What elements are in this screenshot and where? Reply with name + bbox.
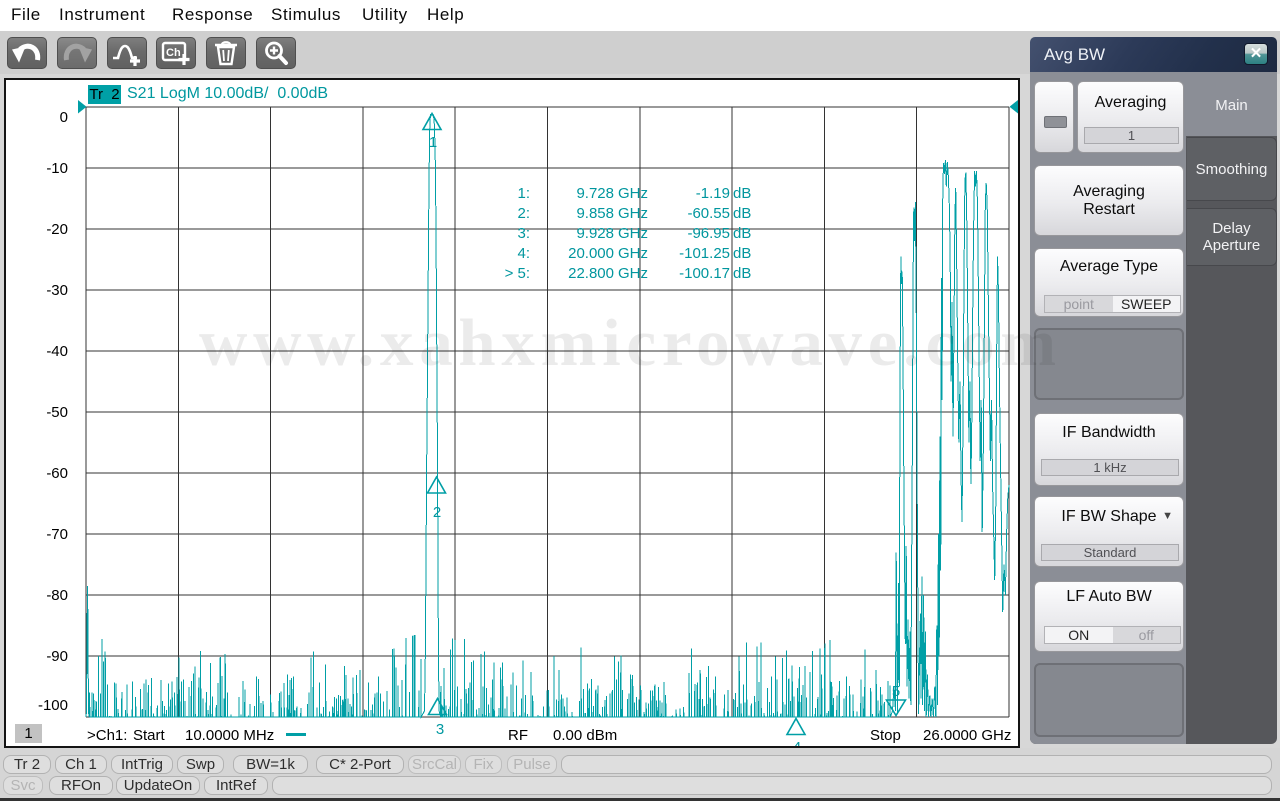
svg-text:4: 4	[793, 739, 801, 756]
svg-text:3: 3	[436, 721, 444, 738]
svg-text:1: 1	[429, 134, 437, 151]
svg-text:2: 2	[433, 504, 441, 521]
svg-text:5: 5	[892, 683, 900, 700]
